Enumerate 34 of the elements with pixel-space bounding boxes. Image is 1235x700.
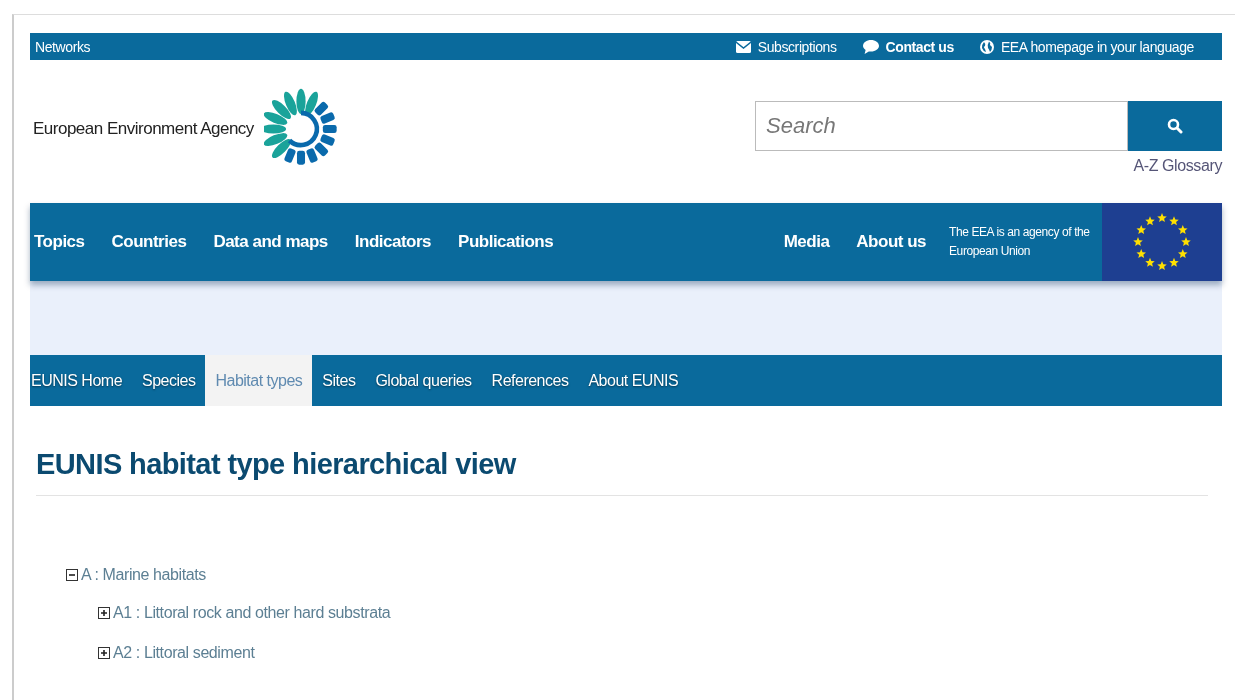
search-field[interactable]: Search — [755, 101, 1128, 151]
top-bar-link[interactable]: Contact us — [862, 38, 954, 55]
envelope-icon — [735, 40, 751, 53]
tree-item-link[interactable]: A2 : Littoral sediment — [113, 644, 255, 662]
eunis-tab[interactable]: EUNIS Home — [30, 355, 133, 406]
expand-icon[interactable] — [98, 647, 110, 659]
top-bar-link[interactable]: Subscriptions — [735, 38, 837, 55]
glossary-link[interactable]: A-Z Glossary — [1133, 157, 1222, 175]
tree-item-link[interactable]: A1 : Littoral rock and other hard substrata — [113, 604, 391, 622]
collapse-icon[interactable] — [66, 569, 78, 581]
main-nav-link[interactable]: Topics — [34, 232, 85, 252]
expand-icon[interactable] — [98, 607, 110, 619]
main-nav-link[interactable]: Media — [783, 232, 830, 252]
tree-item-link[interactable]: A : Marine habitats — [81, 566, 206, 584]
eunis-tab[interactable]: References — [481, 355, 579, 406]
networks-link[interactable]: Networks — [35, 38, 91, 55]
main-nav-link[interactable]: Publications — [458, 232, 554, 252]
speech-bubble-icon — [862, 39, 879, 54]
eunis-tab[interactable]: Habitat types — [205, 355, 313, 406]
top-bar-link[interactable]: EEA homepage in your language — [979, 38, 1194, 55]
eu-agency-note: The EEA is an agency of the European Union — [949, 223, 1091, 260]
search-icon — [1167, 118, 1183, 134]
main-nav-link[interactable]: Countries — [111, 232, 187, 252]
page-title: EUNIS habitat type hierarchical view — [36, 448, 1208, 496]
agency-name[interactable]: European Environment Agency — [33, 119, 254, 139]
eunis-tab[interactable]: About EUNIS — [578, 355, 689, 406]
eunis-tab[interactable]: Sites — [312, 355, 366, 406]
main-nav-link[interactable]: Indicators — [354, 232, 432, 252]
eu-flag-stars-icon — [1132, 212, 1192, 272]
main-nav-link[interactable]: About us — [856, 232, 926, 252]
globe-icon — [979, 39, 994, 54]
eunis-tab[interactable]: Species — [132, 355, 206, 406]
eunis-tab[interactable]: Global queries — [365, 355, 482, 406]
main-nav-link[interactable]: Data and maps — [213, 232, 328, 252]
